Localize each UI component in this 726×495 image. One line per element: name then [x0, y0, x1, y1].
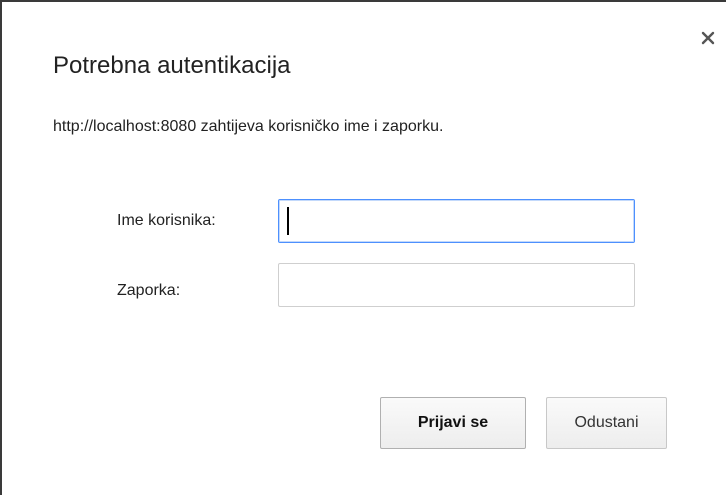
text-caret — [287, 207, 289, 235]
username-label: Ime korisnika: — [117, 212, 216, 229]
window-edge-top — [0, 0, 726, 2]
close-icon[interactable] — [701, 31, 715, 50]
username-input[interactable] — [278, 199, 635, 243]
auth-dialog: Potrebna autentikacija http://localhost:… — [0, 0, 726, 495]
window-edge-left — [0, 0, 2, 495]
login-button[interactable]: Prijavi se — [380, 397, 526, 449]
cancel-button[interactable]: Odustani — [546, 397, 667, 449]
dialog-message: http://localhost:8080 zahtijeva korisnič… — [53, 118, 444, 135]
dialog-title: Potrebna autentikacija — [53, 52, 291, 79]
password-label: Zaporka: — [117, 282, 181, 299]
close-button[interactable] — [698, 30, 718, 50]
password-input[interactable] — [278, 263, 635, 307]
